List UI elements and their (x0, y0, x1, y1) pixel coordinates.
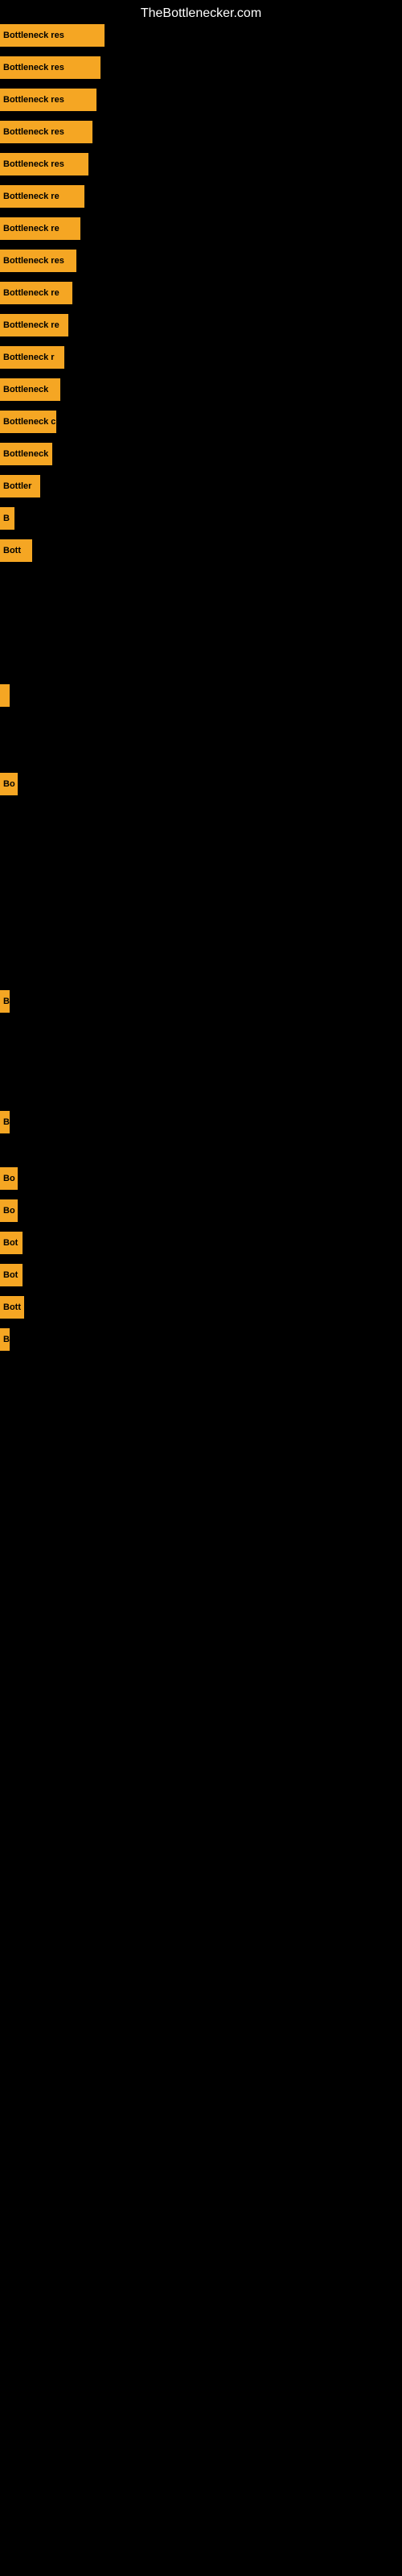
bar-label-25: Bott (0, 1296, 24, 1319)
bar-item-5: Bottleneck re (0, 185, 84, 208)
bar-item-17 (0, 684, 10, 707)
bar-label-13: Bottleneck (0, 443, 52, 465)
bar-item-20: B (0, 1111, 10, 1133)
bar-label-19: B (0, 990, 10, 1013)
bar-label-14: Bottler (0, 475, 40, 497)
bar-label-4: Bottleneck res (0, 153, 88, 175)
bar-item-15: B (0, 507, 14, 530)
bar-item-1: Bottleneck res (0, 56, 100, 79)
bar-label-11: Bottleneck (0, 378, 60, 401)
bar-item-6: Bottleneck re (0, 217, 80, 240)
bar-item-23: Bot (0, 1232, 23, 1254)
bar-label-26: B (0, 1328, 10, 1351)
bar-item-12: Bottleneck c (0, 411, 56, 433)
bar-label-1: Bottleneck res (0, 56, 100, 79)
bar-item-22: Bo (0, 1199, 18, 1222)
bar-item-0: Bottleneck res (0, 24, 105, 47)
bar-item-2: Bottleneck res (0, 89, 96, 111)
bar-item-11: Bottleneck (0, 378, 60, 401)
site-title: TheBottlenecker.com (0, 0, 402, 27)
bar-item-7: Bottleneck res (0, 250, 76, 272)
bar-label-3: Bottleneck res (0, 121, 92, 143)
bar-label-10: Bottleneck r (0, 346, 64, 369)
bar-item-10: Bottleneck r (0, 346, 64, 369)
bar-item-4: Bottleneck res (0, 153, 88, 175)
bar-item-24: Bot (0, 1264, 23, 1286)
bar-item-21: Bo (0, 1167, 18, 1190)
bar-item-14: Bottler (0, 475, 40, 497)
bar-item-9: Bottleneck re (0, 314, 68, 336)
bar-label-7: Bottleneck res (0, 250, 76, 272)
bar-label-23: Bot (0, 1232, 23, 1254)
bar-label-5: Bottleneck re (0, 185, 84, 208)
bar-label-0: Bottleneck res (0, 24, 105, 47)
bar-item-8: Bottleneck re (0, 282, 72, 304)
bar-item-19: B (0, 990, 10, 1013)
bar-label-24: Bot (0, 1264, 23, 1286)
bar-label-8: Bottleneck re (0, 282, 72, 304)
bar-label-9: Bottleneck re (0, 314, 68, 336)
bar-label-2: Bottleneck res (0, 89, 96, 111)
bar-label-22: Bo (0, 1199, 18, 1222)
bar-item-25: Bott (0, 1296, 24, 1319)
bar-label-21: Bo (0, 1167, 18, 1190)
bar-label-16: Bott (0, 539, 32, 562)
bar-label-15: B (0, 507, 14, 530)
bar-label-17 (0, 684, 10, 707)
bar-item-18: Bo (0, 773, 18, 795)
bar-label-12: Bottleneck c (0, 411, 56, 433)
bar-label-6: Bottleneck re (0, 217, 80, 240)
bar-item-13: Bottleneck (0, 443, 52, 465)
bar-label-18: Bo (0, 773, 18, 795)
bar-item-3: Bottleneck res (0, 121, 92, 143)
bar-item-16: Bott (0, 539, 32, 562)
bar-label-20: B (0, 1111, 10, 1133)
bar-item-26: B (0, 1328, 10, 1351)
